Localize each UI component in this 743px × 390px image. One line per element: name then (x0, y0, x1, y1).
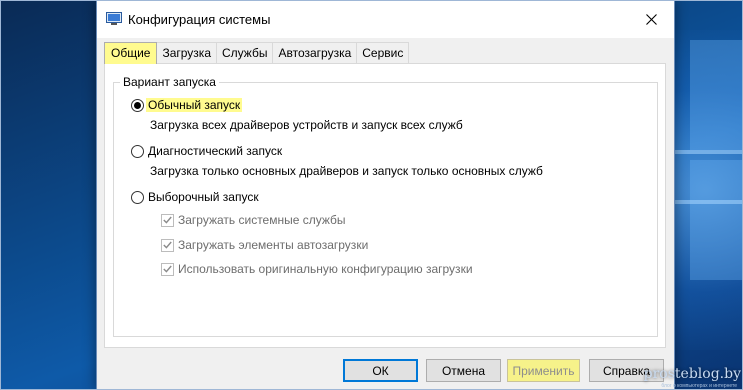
normal-startup-description: Загрузка всех драйверов устройств и запу… (150, 118, 463, 132)
tab-strip: Общие Загрузка Службы Автозагрузка Серви… (104, 42, 410, 64)
site-watermark-tagline: блог о компьютерах и интернете (661, 383, 737, 389)
system-configuration-dialog: Конфигурация системы Общие Загрузка Служ… (96, 0, 675, 390)
radio-button[interactable] (131, 144, 144, 158)
radio-button[interactable] (131, 190, 144, 204)
load-system-services-checkbox[interactable]: Загружать системные службы (161, 213, 346, 227)
cancel-button[interactable]: Отмена (426, 359, 501, 382)
diagnostic-startup-description: Загрузка только основных драйверов и зап… (150, 164, 543, 178)
radio-selected-dot (134, 101, 141, 109)
msconfig-app-icon (106, 12, 122, 26)
radio-button[interactable] (131, 98, 144, 112)
checkbox[interactable] (161, 262, 174, 276)
checkmark-icon (163, 241, 172, 249)
diagnostic-startup-radio[interactable]: Диагностический запуск (131, 144, 282, 158)
close-icon (645, 13, 657, 25)
tab-startup[interactable]: Автозагрузка (272, 42, 358, 63)
group-title: Вариант запуска (120, 75, 219, 89)
title-bar[interactable]: Конфигурация системы (97, 1, 674, 38)
apply-button[interactable]: Применить (507, 359, 580, 382)
use-original-boot-config-label: Использовать оригинальную конфигурацию з… (178, 262, 473, 276)
ok-button[interactable]: ОК (343, 359, 418, 382)
window-title: Конфигурация системы (128, 12, 271, 27)
selective-startup-label[interactable]: Выборочный запуск (148, 190, 259, 204)
load-system-services-label: Загружать системные службы (178, 213, 346, 227)
tab-tools[interactable]: Сервис (356, 42, 410, 63)
site-watermark: prosteblog.by (643, 366, 741, 382)
selective-startup-radio[interactable]: Выборочный запуск (131, 190, 259, 204)
diagnostic-startup-label[interactable]: Диагностический запуск (148, 144, 282, 158)
checkbox[interactable] (161, 213, 174, 227)
normal-startup-radio[interactable]: Обычный запуск (131, 98, 243, 112)
checkmark-icon (163, 265, 172, 273)
windows-logo-pane (690, 160, 743, 280)
use-original-boot-config-checkbox[interactable]: Использовать оригинальную конфигурацию з… (161, 262, 473, 276)
windows-logo-pane (690, 40, 743, 150)
load-startup-items-label: Загружать элементы автозагрузки (178, 238, 369, 252)
close-button[interactable] (628, 1, 674, 37)
checkmark-icon (163, 216, 172, 224)
tab-general[interactable]: Общие (104, 42, 158, 64)
checkbox[interactable] (161, 238, 174, 252)
tab-boot[interactable]: Загрузка (156, 42, 217, 63)
normal-startup-label[interactable]: Обычный запуск (146, 98, 243, 112)
load-startup-items-checkbox[interactable]: Загружать элементы автозагрузки (161, 238, 368, 252)
tab-services[interactable]: Службы (216, 42, 274, 63)
